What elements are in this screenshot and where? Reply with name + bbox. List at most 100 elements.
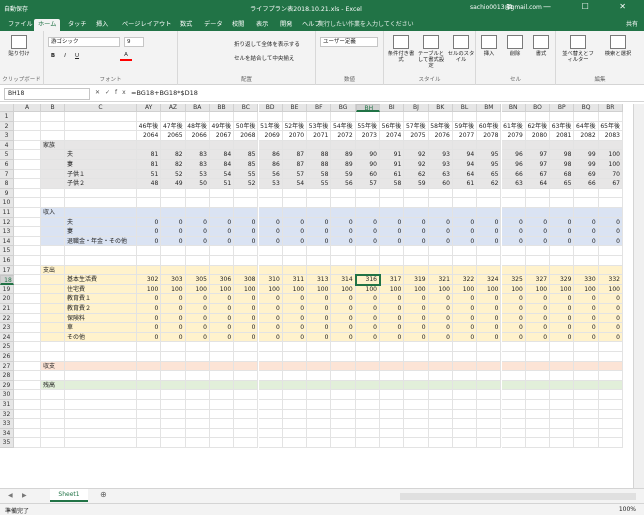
grid-cell[interactable]: 64年後 (574, 121, 599, 132)
grid-cell[interactable] (14, 121, 41, 132)
grid-cell[interactable]: 0 (598, 313, 623, 324)
grid-cell[interactable]: 0 (137, 217, 162, 228)
grid-cell[interactable] (14, 208, 41, 218)
grid-cell[interactable] (137, 112, 162, 122)
grid-cell[interactable] (598, 112, 623, 122)
tab-8[interactable]: 表示 (252, 19, 272, 31)
grid-cell[interactable] (137, 438, 162, 448)
grid-cell[interactable]: 92 (404, 160, 429, 170)
grid-cell[interactable]: 100 (477, 284, 502, 295)
fx-icon[interactable]: ✕✓fx (95, 89, 131, 96)
grid-cell[interactable] (404, 265, 429, 276)
grid-cell[interactable] (501, 342, 526, 352)
grid-cell[interactable]: 0 (598, 304, 623, 314)
grid-cell[interactable] (501, 188, 526, 199)
grid-cell[interactable] (209, 380, 235, 391)
grid-cell[interactable]: 88 (307, 160, 332, 170)
grid-cell[interactable] (137, 265, 162, 276)
grid-cell[interactable] (380, 361, 405, 372)
grid-cell[interactable]: 0 (404, 313, 429, 324)
grid-cell[interactable] (477, 428, 502, 439)
grid-cell[interactable] (525, 400, 551, 410)
grid-cell[interactable] (234, 342, 259, 352)
grid-cell[interactable]: 61 (380, 169, 405, 180)
grid-cell[interactable] (209, 208, 235, 218)
grid-cell[interactable]: 0 (209, 236, 235, 247)
grid-cell[interactable]: 86 (258, 160, 283, 170)
grid-cell[interactable]: 0 (234, 294, 259, 304)
grid-cell[interactable]: 0 (209, 294, 235, 304)
grid-cell[interactable] (452, 352, 478, 362)
conditional-format-button[interactable]: 条件付き書式 (386, 35, 416, 63)
grid-cell[interactable]: 325 (501, 275, 526, 285)
grid-cell[interactable] (307, 409, 332, 420)
grid-cell[interactable] (282, 361, 308, 372)
number-format-select[interactable]: ユーザー定義 (320, 37, 378, 47)
grid-cell[interactable] (550, 400, 575, 410)
grid-cell[interactable] (404, 208, 429, 218)
grid-cell[interactable]: 0 (452, 313, 478, 324)
grid-cell[interactable] (258, 380, 283, 391)
grid-cell[interactable]: 94 (452, 160, 478, 170)
grid-cell[interactable] (404, 256, 429, 266)
grid-cell[interactable]: 51年後 (258, 121, 283, 132)
grid-cell[interactable] (574, 390, 599, 400)
grid-cell[interactable] (501, 198, 526, 208)
grid-cell[interactable] (258, 400, 283, 410)
row-header[interactable]: 27 (0, 361, 14, 372)
grid-cell[interactable]: 50 (185, 179, 210, 189)
grid-cell[interactable]: 96 (501, 150, 526, 160)
grid-cell[interactable]: 夫 (65, 217, 137, 228)
grid-cell[interactable] (282, 198, 308, 208)
grid-cell[interactable]: 2081 (550, 131, 575, 141)
grid-cell[interactable] (161, 380, 186, 391)
grid-cell[interactable]: 2082 (574, 131, 599, 141)
grid-cell[interactable] (574, 428, 599, 439)
grid-cell[interactable] (598, 390, 623, 400)
grid-cell[interactable]: 2079 (501, 131, 526, 141)
grid-cell[interactable] (574, 438, 599, 448)
grid-cell[interactable]: 65 (550, 179, 575, 189)
grid-cell[interactable]: 55 (307, 179, 332, 189)
grid-cell[interactable] (452, 140, 478, 151)
grid-cell[interactable]: 0 (574, 217, 599, 228)
grid-cell[interactable] (137, 342, 162, 352)
grid-cell[interactable] (65, 371, 137, 381)
grid-cell[interactable] (380, 409, 405, 420)
grid-cell[interactable]: 2072 (331, 131, 356, 141)
grid-cell[interactable] (41, 304, 65, 314)
tab-2[interactable]: タッチ (64, 19, 91, 31)
grid-cell[interactable] (185, 409, 210, 420)
sheet-prev-icon[interactable]: ◀ (8, 492, 13, 499)
grid-cell[interactable]: 0 (550, 332, 575, 343)
grid-cell[interactable]: 62 (477, 179, 502, 189)
grid-cell[interactable] (380, 419, 405, 429)
worksheet-grid[interactable]: A B C AY AZ BA BB BC BD BE BF BG BH BI BJ BK BL BM BN BO BP B… (0, 104, 633, 488)
grid-cell[interactable] (209, 256, 235, 266)
grid-cell[interactable]: 0 (404, 304, 429, 314)
grid-cell[interactable] (307, 112, 332, 122)
grid-cell[interactable]: 0 (185, 313, 210, 324)
grid-cell[interactable] (185, 371, 210, 381)
grid-cell[interactable] (477, 390, 502, 400)
grid-cell[interactable] (598, 419, 623, 429)
grid-cell[interactable] (452, 112, 478, 122)
grid-cell[interactable]: 0 (258, 304, 283, 314)
grid-cell[interactable]: 0 (452, 323, 478, 333)
grid-cell[interactable]: 100 (598, 160, 623, 170)
grid-cell[interactable]: 310 (258, 275, 283, 285)
grid-cell[interactable] (550, 112, 575, 122)
grid-cell[interactable] (258, 342, 283, 352)
grid-cell[interactable] (137, 400, 162, 410)
grid-cell[interactable]: 70 (598, 169, 623, 180)
grid-cell[interactable] (161, 400, 186, 410)
grid-cell[interactable]: 0 (477, 236, 502, 247)
grid-cell[interactable] (428, 198, 453, 208)
grid-cell[interactable] (598, 438, 623, 448)
grid-cell[interactable]: 83 (185, 160, 210, 170)
grid-cell[interactable] (41, 284, 65, 295)
grid-cell[interactable]: 0 (477, 217, 502, 228)
grid-cell[interactable] (355, 188, 380, 199)
grid-cell[interactable] (380, 342, 405, 352)
grid-cell[interactable]: 58 (307, 169, 332, 180)
